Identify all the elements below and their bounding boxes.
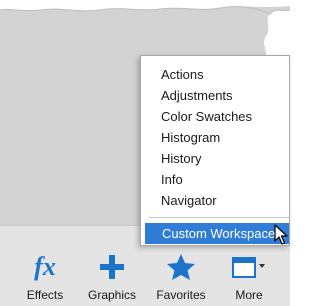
- menu-item-actions[interactable]: Actions: [141, 64, 289, 85]
- menu-item-info[interactable]: Info: [141, 169, 289, 190]
- menu-item-adjustments[interactable]: Adjustments: [141, 85, 289, 106]
- menu-separator: [149, 217, 289, 218]
- effects-button[interactable]: fx Effects: [20, 226, 70, 306]
- plus-icon: [98, 248, 126, 286]
- panel-list: Actions Adjustments Color Swatches Histo…: [141, 56, 289, 211]
- mouse-pointer-icon: [274, 224, 288, 245]
- panel-menu-icon: [231, 248, 267, 286]
- fx-icon: fx: [34, 252, 56, 281]
- menu-item-custom-workspace[interactable]: Custom Workspace: [145, 223, 289, 244]
- favorites-label: Favorites: [156, 288, 206, 302]
- graphics-button[interactable]: Graphics: [82, 226, 142, 306]
- more-label: More: [235, 288, 263, 302]
- graphics-label: Graphics: [87, 288, 137, 302]
- menu-item-navigator[interactable]: Navigator: [141, 190, 289, 211]
- star-icon: [166, 248, 196, 286]
- effects-label: Effects: [26, 288, 64, 302]
- menu-item-color-swatches[interactable]: Color Swatches: [141, 106, 289, 127]
- menu-item-history[interactable]: History: [141, 148, 289, 169]
- menu-item-histogram[interactable]: Histogram: [141, 127, 289, 148]
- more-dropdown-menu: Actions Adjustments Color Swatches Histo…: [140, 55, 290, 246]
